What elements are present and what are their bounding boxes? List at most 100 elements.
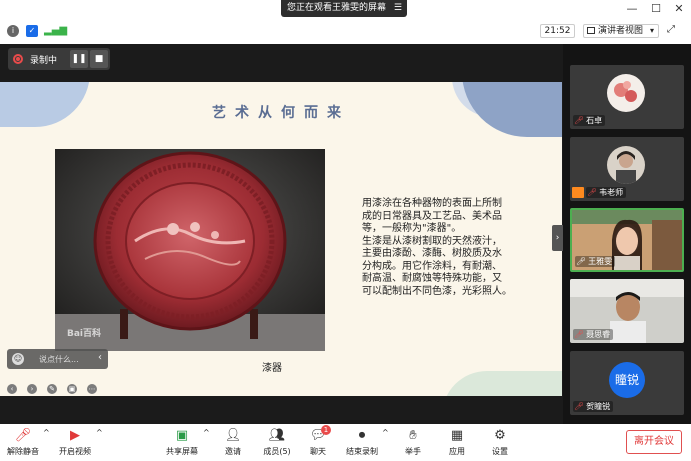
end-recording-button[interactable]: ⏺ 结束录制: [345, 428, 379, 457]
image-caption: 漆器: [262, 363, 282, 374]
chat-unread-badge: 1: [321, 425, 331, 435]
chat-label: 聊天: [310, 447, 326, 456]
participant-tile[interactable]: 🎤︎ 聂思睿: [570, 279, 684, 343]
raise-hand-button[interactable]: ✋︎ 举手: [403, 428, 423, 457]
share-screen-button[interactable]: ▣ 共享屏幕: [163, 428, 201, 457]
invite-label: 邀请: [225, 447, 241, 456]
recording-label: 录制中: [30, 56, 58, 66]
body-line: 耐高温、耐腐蚀等特殊功能，又: [362, 273, 502, 284]
participant-name: 🎤︎ 石卓: [573, 115, 606, 126]
invite-button[interactable]: 👤︎ 邀请: [221, 428, 245, 457]
decor-blob: [442, 371, 562, 396]
mic-muted-icon: 🎤︎: [574, 402, 585, 411]
participant-tile[interactable]: 🎤︎ 石卓: [570, 65, 684, 129]
info-icon[interactable]: i: [7, 25, 19, 37]
comment-input[interactable]: ☺ 说点什么... ‹: [7, 349, 108, 369]
participant-name: 🎤︎ 王雅雯: [575, 256, 616, 267]
members-icon: 👥︎: [268, 428, 286, 443]
slide-title: 艺术从何而来: [212, 105, 350, 121]
meeting-clock: 21:52: [540, 24, 575, 38]
chevron-down-icon: ▾: [649, 26, 654, 35]
body-line: 成的日常器具及工艺品、美术品: [362, 210, 502, 222]
host-badge-icon: [572, 187, 584, 198]
leave-meeting-button[interactable]: 离开会议: [626, 430, 682, 454]
annotation-tools: ‹ › ✎ ▣ ⋯: [7, 376, 107, 395]
add-user-icon: 👤︎: [224, 428, 242, 443]
recording-bar: 录制中 ❚❚ ■: [8, 48, 110, 70]
slide-body-text: 用漆涂在各种器物的表面上所制 成的日常器具及工艺品、美术品 等，一般称为"漆器"…: [362, 198, 522, 298]
prev-icon[interactable]: ‹: [7, 384, 17, 394]
fullscreen-icon[interactable]: ⤢: [667, 24, 675, 35]
settings-button[interactable]: ⚙︎ 设置: [490, 428, 510, 457]
record-icon: [13, 54, 23, 64]
hand-icon: ✋︎: [409, 428, 417, 443]
chevron-up-icon[interactable]: ^: [96, 428, 103, 437]
next-icon[interactable]: ›: [27, 384, 37, 394]
members-label: 成员(5): [263, 447, 291, 456]
maximize-button[interactable]: ☐: [648, 2, 664, 15]
participant-name: 🎤︎ 聂思睿: [573, 329, 614, 340]
chevron-left-icon[interactable]: ‹: [98, 352, 102, 363]
participant-tile[interactable]: 🎤︎ 韦老师: [570, 137, 684, 201]
shield-icon[interactable]: ✓: [26, 25, 38, 37]
apps-icon: ▦: [450, 428, 464, 443]
members-button[interactable]: 👥︎ 成员(5): [262, 428, 292, 457]
more-icon[interactable]: ⋯: [87, 384, 97, 394]
start-video-label: 开启视频: [59, 447, 91, 456]
participant-tile[interactable]: 瞳锐 🎤︎ 贺瞳锐: [570, 351, 684, 415]
unmute-label: 解除静音: [7, 447, 39, 456]
share-screen-label: 共享屏幕: [166, 447, 198, 456]
view-mode-label: 演讲者视图: [598, 26, 644, 36]
menu-icon[interactable]: ☰: [394, 0, 402, 17]
camera-icon[interactable]: ▣: [67, 384, 77, 394]
body-line: 等，一般称为"漆器"。: [362, 223, 462, 234]
mic-muted-icon: 🎤︎: [574, 330, 585, 339]
meeting-toolbar: 🎤︎ 解除静音 ^ ▶︎ 开启视频 ^ ▣ 共享屏幕 ^ 👤︎ 邀请 👥︎ 成员…: [0, 424, 691, 461]
view-mode-button[interactable]: 演讲者视图 ▾: [583, 24, 659, 38]
apps-button[interactable]: ▦ 应用: [447, 428, 467, 457]
collapse-panel-button[interactable]: ›: [552, 225, 563, 251]
end-recording-label: 结束录制: [346, 447, 378, 456]
minimize-button[interactable]: —: [624, 2, 640, 15]
body-line: 可以配制出不同色漆，光彩照人。: [362, 285, 512, 297]
meeting-window: 您正在观看王雅雯的屏幕 ☰ — ☐ ✕ i ✓ ▂▄▆ 21:52 演讲者视图 …: [0, 0, 691, 461]
mic-on-icon: 🎤︎: [576, 257, 587, 266]
stop-recording-button[interactable]: ■: [90, 50, 108, 68]
pause-recording-button[interactable]: ❚❚: [70, 50, 88, 68]
pen-icon[interactable]: ✎: [47, 384, 57, 394]
start-video-button[interactable]: ▶︎ 开启视频: [57, 428, 93, 457]
body-line: 分构成。用它作涂料，有耐潮、: [362, 260, 502, 272]
baike-watermark: Bai百科: [67, 329, 102, 339]
record-stop-icon: ⏺: [358, 428, 366, 443]
mic-muted-icon: 🎤︎: [14, 428, 32, 443]
share-screen-icon: ▣: [175, 428, 189, 443]
body-line: 用漆涂在各种器物的表面上所制: [362, 198, 502, 209]
chevron-up-icon[interactable]: ^: [203, 428, 210, 437]
top-bar: 您正在观看王雅雯的屏幕 ☰ — ☐ ✕ i ✓ ▂▄▆ 21:52 演讲者视图 …: [0, 0, 691, 44]
participant-name: 🎤︎ 贺瞳锐: [573, 401, 614, 412]
unmute-button[interactable]: 🎤︎ 解除静音: [6, 428, 40, 457]
chevron-up-icon[interactable]: ^: [43, 428, 50, 437]
chevron-up-icon[interactable]: ^: [382, 428, 389, 437]
mic-muted-icon: 🎤︎: [574, 116, 585, 125]
apps-label: 应用: [449, 447, 465, 456]
avatar-initials: 瞳锐: [609, 362, 645, 398]
participant-panel: 🎤︎ 石卓 🎤︎ 韦老师 🎤︎ 王雅雯 🎤︎ 聂思睿 瞳锐 🎤︎ 贺瞳锐: [563, 44, 691, 424]
settings-label: 设置: [492, 447, 508, 456]
close-button[interactable]: ✕: [671, 2, 687, 15]
body-line: 生漆是从漆树割取的天然液汁，: [362, 235, 502, 247]
emoji-icon[interactable]: ☺: [12, 353, 24, 365]
grid-icon: [587, 27, 595, 34]
signal-icon[interactable]: ▂▄▆: [44, 25, 67, 37]
participant-name: 🎤︎ 韦老师: [586, 187, 627, 198]
body-line: 主要由漆酚、漆酶、树胶质及水: [362, 248, 502, 259]
participant-tile-active[interactable]: 🎤︎ 王雅雯: [570, 208, 684, 272]
avatar: [607, 146, 645, 184]
raise-hand-label: 举手: [405, 447, 421, 456]
lacquer-plate-image: Bai百科: [55, 149, 325, 351]
gear-icon: ⚙︎: [494, 428, 506, 443]
camera-off-icon: ▶︎: [70, 428, 80, 443]
comment-placeholder: 说点什么...: [39, 355, 79, 364]
avatar: [607, 74, 645, 112]
share-banner[interactable]: 您正在观看王雅雯的屏幕 ☰: [281, 0, 407, 17]
